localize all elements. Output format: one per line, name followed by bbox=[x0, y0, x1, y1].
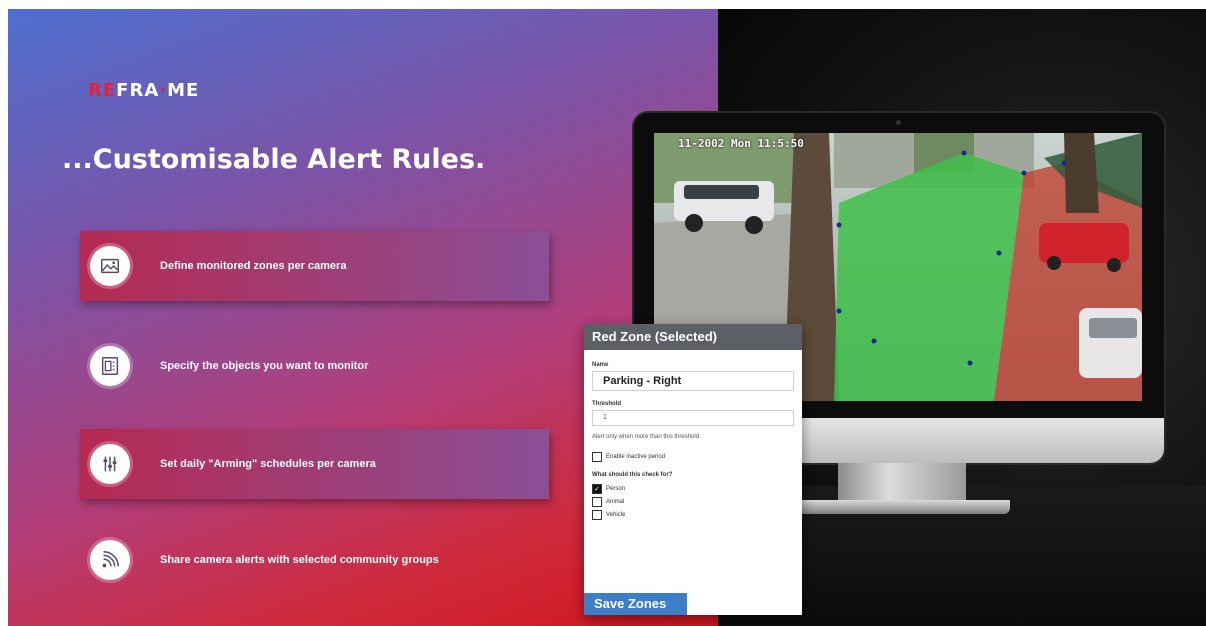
checkbox-box[interactable] bbox=[592, 510, 602, 520]
threshold-label: Threshold bbox=[592, 401, 622, 407]
checkbox-label: Person bbox=[606, 486, 626, 492]
name-label: Name bbox=[592, 362, 609, 368]
white-car-right bbox=[1079, 308, 1142, 378]
checkbox-label: Vehicle bbox=[606, 512, 626, 518]
checkbox-box[interactable]: ✓ bbox=[592, 484, 602, 494]
feature-item-zones: Define monitored zones per camera bbox=[80, 231, 549, 301]
zone-settings-dialog: Red Zone (Selected) Name Parking - Right… bbox=[584, 324, 802, 615]
checkbox-label: Enable inactive period bbox=[606, 454, 666, 460]
page-title: ...Customisable Alert Rules. bbox=[62, 144, 486, 175]
threshold-help-text: Alert only when more than this threshold… bbox=[592, 434, 701, 440]
threshold-input[interactable]: 1 bbox=[592, 410, 794, 426]
monitor-stand bbox=[838, 463, 966, 503]
feature-item-share: Share camera alerts with selected commun… bbox=[80, 525, 549, 595]
save-zones-button[interactable]: Save Zones bbox=[584, 593, 687, 615]
option-person-checkbox[interactable]: ✓ Person bbox=[592, 484, 794, 494]
feature-item-objects: Specify the objects you want to monitor bbox=[80, 331, 549, 401]
feature-label: Set daily "Arming" schedules per camera bbox=[160, 458, 376, 470]
zone-name-input[interactable]: Parking - Right bbox=[592, 371, 794, 391]
sliders-icon bbox=[90, 444, 130, 484]
map-image-icon bbox=[90, 246, 130, 286]
camera-timestamp: 11-2002 Mon 11:5:50 bbox=[678, 137, 804, 150]
reframe-logo: REFRA·ME bbox=[88, 80, 200, 101]
feature-label: Define monitored zones per camera bbox=[160, 260, 347, 272]
feature-label: Share camera alerts with selected commun… bbox=[160, 554, 439, 566]
check-for-label: What should this check for? bbox=[592, 472, 673, 478]
monitor-stand-base bbox=[796, 500, 1010, 514]
option-animal-checkbox[interactable]: Animal bbox=[592, 497, 794, 507]
broadcast-icon bbox=[90, 540, 130, 580]
checkbox-box[interactable] bbox=[592, 497, 602, 507]
zone-dialog-title: Red Zone (Selected) bbox=[584, 324, 802, 350]
checkbox-box[interactable] bbox=[592, 452, 602, 462]
inactive-period-checkbox[interactable]: Enable inactive period bbox=[592, 452, 794, 462]
webcam-dot bbox=[896, 120, 901, 125]
object-frame-icon bbox=[90, 346, 130, 386]
feature-label: Specify the objects you want to monitor bbox=[160, 360, 369, 372]
feature-item-schedules: Set daily "Arming" schedules per camera bbox=[80, 429, 549, 499]
option-vehicle-checkbox[interactable]: Vehicle bbox=[592, 510, 794, 520]
checkbox-label: Animal bbox=[606, 499, 625, 505]
